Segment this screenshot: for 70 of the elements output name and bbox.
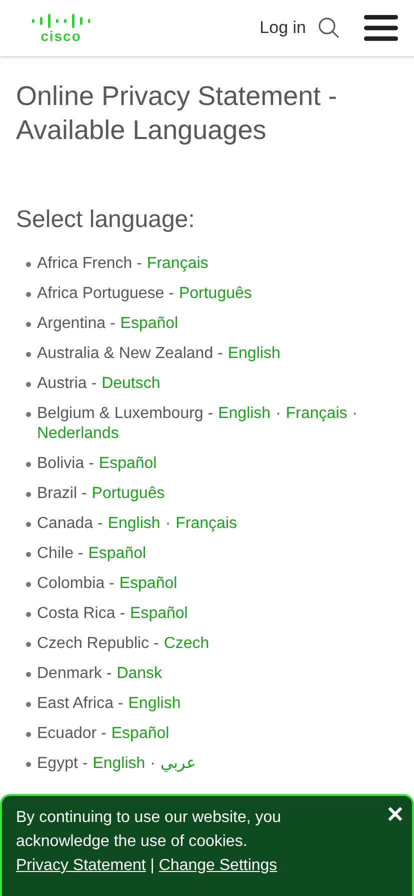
country-name: Costa Rica - (37, 604, 126, 624)
language-link[interactable]: English (128, 694, 181, 714)
country-name: Brazil - (37, 484, 87, 504)
country-name: Chile - (37, 544, 84, 564)
bullet-icon (26, 322, 31, 327)
cookie-link[interactable]: Change Settings (158, 857, 278, 874)
language-link[interactable]: Deutsch (102, 374, 160, 394)
section-heading: Select language: (16, 205, 196, 235)
language-link[interactable]: English (218, 404, 271, 424)
language-link[interactable]: Español (111, 724, 170, 744)
bullet-icon (26, 262, 31, 267)
country-name: Colombia - (37, 574, 114, 594)
search-button[interactable] (318, 17, 340, 39)
language-link[interactable]: Czech (164, 634, 210, 654)
language-link[interactable]: Français (146, 254, 208, 274)
country-name: Canada - (37, 514, 103, 534)
language-link[interactable]: Français (286, 404, 348, 424)
language-link[interactable]: Español (130, 604, 188, 624)
country-name: Africa Portuguese - (37, 284, 174, 304)
close-button[interactable]: ✕ (382, 802, 408, 828)
language-link[interactable]: English (108, 514, 160, 534)
bullet-icon (26, 292, 31, 297)
language-link[interactable]: Français (176, 514, 237, 534)
bullet-icon (26, 612, 31, 617)
bullet-icon (26, 462, 31, 467)
login-link[interactable]: Log in (260, 18, 306, 38)
country-name: Argentina - (37, 314, 116, 334)
bullet-icon (26, 672, 31, 677)
bullet-icon (26, 702, 31, 707)
country-name: Denmark - (37, 664, 112, 684)
bullet-icon (26, 352, 31, 357)
bullet-icon (26, 762, 31, 767)
language-link[interactable]: Español (120, 314, 178, 334)
country-name: Czech Republic - (37, 634, 159, 654)
cookie-link[interactable]: Privacy Statement (16, 857, 146, 874)
bullet-icon (26, 492, 31, 497)
page-title: Online Privacy Statement - Available Languages (16, 80, 338, 147)
language-link[interactable]: عربي (160, 754, 196, 774)
menu-button[interactable] (364, 14, 398, 42)
language-link[interactable]: Dansk (116, 664, 162, 684)
country-name: East Africa - (37, 694, 124, 714)
separator-dot: · (150, 754, 156, 774)
separator-dot: · (276, 404, 281, 424)
cookie-notice: By continuing to use our website, you acknowledge the use of cookies. Privacy Statement | Change Settings (16, 808, 282, 876)
separator-dot: · (352, 404, 358, 424)
language-link[interactable]: Português (92, 484, 165, 504)
language-link[interactable]: English (92, 754, 146, 774)
logo-text[interactable]: cisco (40, 28, 82, 42)
bullet-icon (26, 382, 31, 387)
bullet-icon (26, 522, 31, 527)
bullet-icon (26, 412, 31, 417)
country-name: Africa French - (37, 254, 142, 274)
language-link[interactable]: Español (98, 454, 157, 474)
bullet-icon (26, 732, 31, 737)
separator-dot: · (165, 514, 171, 534)
country-name: Ecuador - (37, 724, 106, 744)
language-link[interactable]: Português (178, 284, 252, 304)
language-link[interactable]: Nederlands (37, 424, 119, 444)
country-name: Bolivia - (37, 454, 94, 474)
bullet-icon (26, 642, 31, 647)
language-link[interactable]: Español (119, 574, 178, 594)
language-link[interactable]: Español (88, 544, 146, 564)
bullet-icon (26, 582, 31, 587)
country-name: Australia & New Zealand - (37, 344, 223, 364)
country-name: Egypt - (37, 754, 88, 774)
bullet-icon (26, 552, 31, 557)
logo-bars-icon (32, 14, 90, 28)
country-name: Austria - (37, 374, 97, 394)
language-link[interactable]: English (228, 344, 280, 364)
country-name: Belgium & Luxembourg - (37, 404, 214, 424)
